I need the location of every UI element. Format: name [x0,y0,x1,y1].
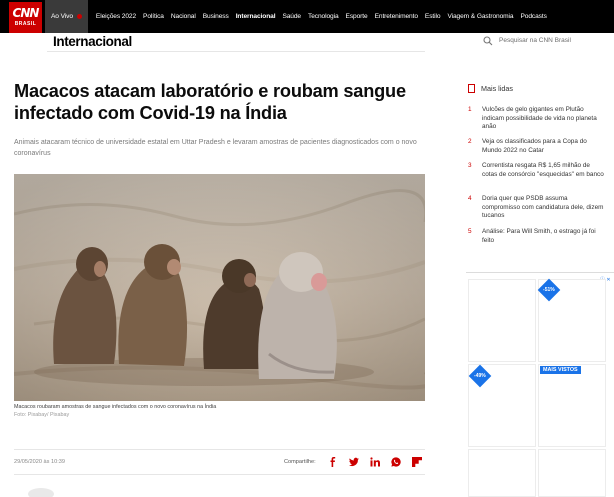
mais-vistos-tag: MAIS VISTOS [540,366,581,374]
article-subheadline: Animais atacaram técnico de universidade… [14,139,417,157]
top-navigation-bar: CNN BRASIL Ao Vivo Eleições 2022 Polític… [0,0,614,33]
main-nav: Ao Vivo Eleições 2022 Política Nacional … [45,0,554,33]
nav-item-tecnologia[interactable]: Tecnologia [308,13,339,20]
baboons-photo [14,174,425,401]
item-link[interactable]: Veja os classificados para a Copa do Mun… [482,138,604,155]
item-number: 4 [468,195,472,202]
nav-item-entretenimento[interactable]: Entretenimento [375,13,418,20]
author-avatar [28,488,54,497]
mais-lidas-header: Mais lidas [468,84,513,93]
mais-lidas-item[interactable]: 4 Doria quer que PSDB assuma compromisso… [468,195,604,221]
mais-lidas-title: Mais lidas [481,84,513,93]
item-number: 3 [468,162,472,169]
publish-date: 29/05/2020 às 10:39 [14,459,66,465]
flipboard-icon[interactable] [411,457,422,467]
ad-tile[interactable] [538,364,606,447]
article-headline: Macacos atacam laboratório e roubam sang… [14,81,406,123]
nav-item-politica[interactable]: Política [143,13,164,20]
ad-tile[interactable] [538,449,606,497]
badge-label: -49% [474,373,486,379]
divider-line [14,474,425,475]
ad-tile[interactable] [468,449,536,497]
share-bar: Compartilhe: [284,453,433,471]
item-number: 1 [468,106,472,113]
share-label: Compartilhe: [284,459,316,465]
nav-item-eleicoes[interactable]: Eleições 2022 [96,13,136,20]
linkedin-icon[interactable] [370,457,380,467]
twitter-icon[interactable] [348,457,359,467]
ad-divider [466,272,614,273]
search-icon [483,35,493,45]
item-link[interactable]: Vulcões de gelo gigantes em Plutão indic… [482,106,604,132]
image-credit: Foto: Pixabay/ Pixabay [14,412,70,418]
nav-item-saude[interactable]: Saúde [282,13,301,20]
section-title[interactable]: Internacional [53,34,132,49]
item-number: 5 [468,228,472,235]
search-box[interactable]: Pesquisar na CNN Brasil [476,31,614,50]
nav-item-ao-vivo[interactable]: Ao Vivo [45,0,88,33]
nav-item-nacional[interactable]: Nacional [171,13,196,20]
item-link[interactable]: Doria quer que PSDB assuma compromisso c… [482,195,604,221]
facebook-icon[interactable] [328,457,338,467]
nav-item-esporte[interactable]: Esporte [346,13,368,20]
mais-lidas-item[interactable]: 2 Veja os classificados para a Copa do M… [468,138,604,155]
live-dot-icon [76,14,82,19]
logo-text: CNN [12,6,40,20]
nav-item-internacional[interactable]: Internacional [236,13,276,20]
ad-tile[interactable] [468,279,536,362]
item-link[interactable]: Análise: Para Will Smith, o estrago já f… [482,228,604,245]
bookmark-icon [468,84,475,93]
nav-item-viagem-gastronomia[interactable]: Viagem & Gastronomia [447,13,513,20]
mais-lidas-item[interactable]: 5 Análise: Para Will Smith, o estrago já… [468,228,604,245]
nav-item-business[interactable]: Business [203,13,229,20]
nav-item-estilo[interactable]: Estilo [425,13,441,20]
search-input[interactable]: Pesquisar na CNN Brasil [499,37,571,44]
divider-line [14,449,425,450]
item-link[interactable]: Correntista resgata R$ 1,65 milhão de co… [482,162,604,179]
mais-lidas-item[interactable]: 3 Correntista resgata R$ 1,65 milhão de … [468,162,604,179]
badge-label: -51% [543,287,555,293]
logo-subtext: BRASIL [14,21,37,27]
nav-item-label: Ao Vivo [51,13,73,20]
nav-item-podcasts[interactable]: Podcasts [520,13,546,20]
mais-lidas-item[interactable]: 1 Vulcões de gelo gigantes em Plutão ind… [468,106,604,132]
section-divider [47,51,425,52]
item-number: 2 [468,138,472,145]
whatsapp-icon[interactable] [391,457,401,467]
article-hero-image[interactable] [14,174,425,401]
image-caption: Macacos roubaram amostras de sangue infe… [14,404,217,410]
cnn-brasil-logo[interactable]: CNN BRASIL [9,2,42,33]
